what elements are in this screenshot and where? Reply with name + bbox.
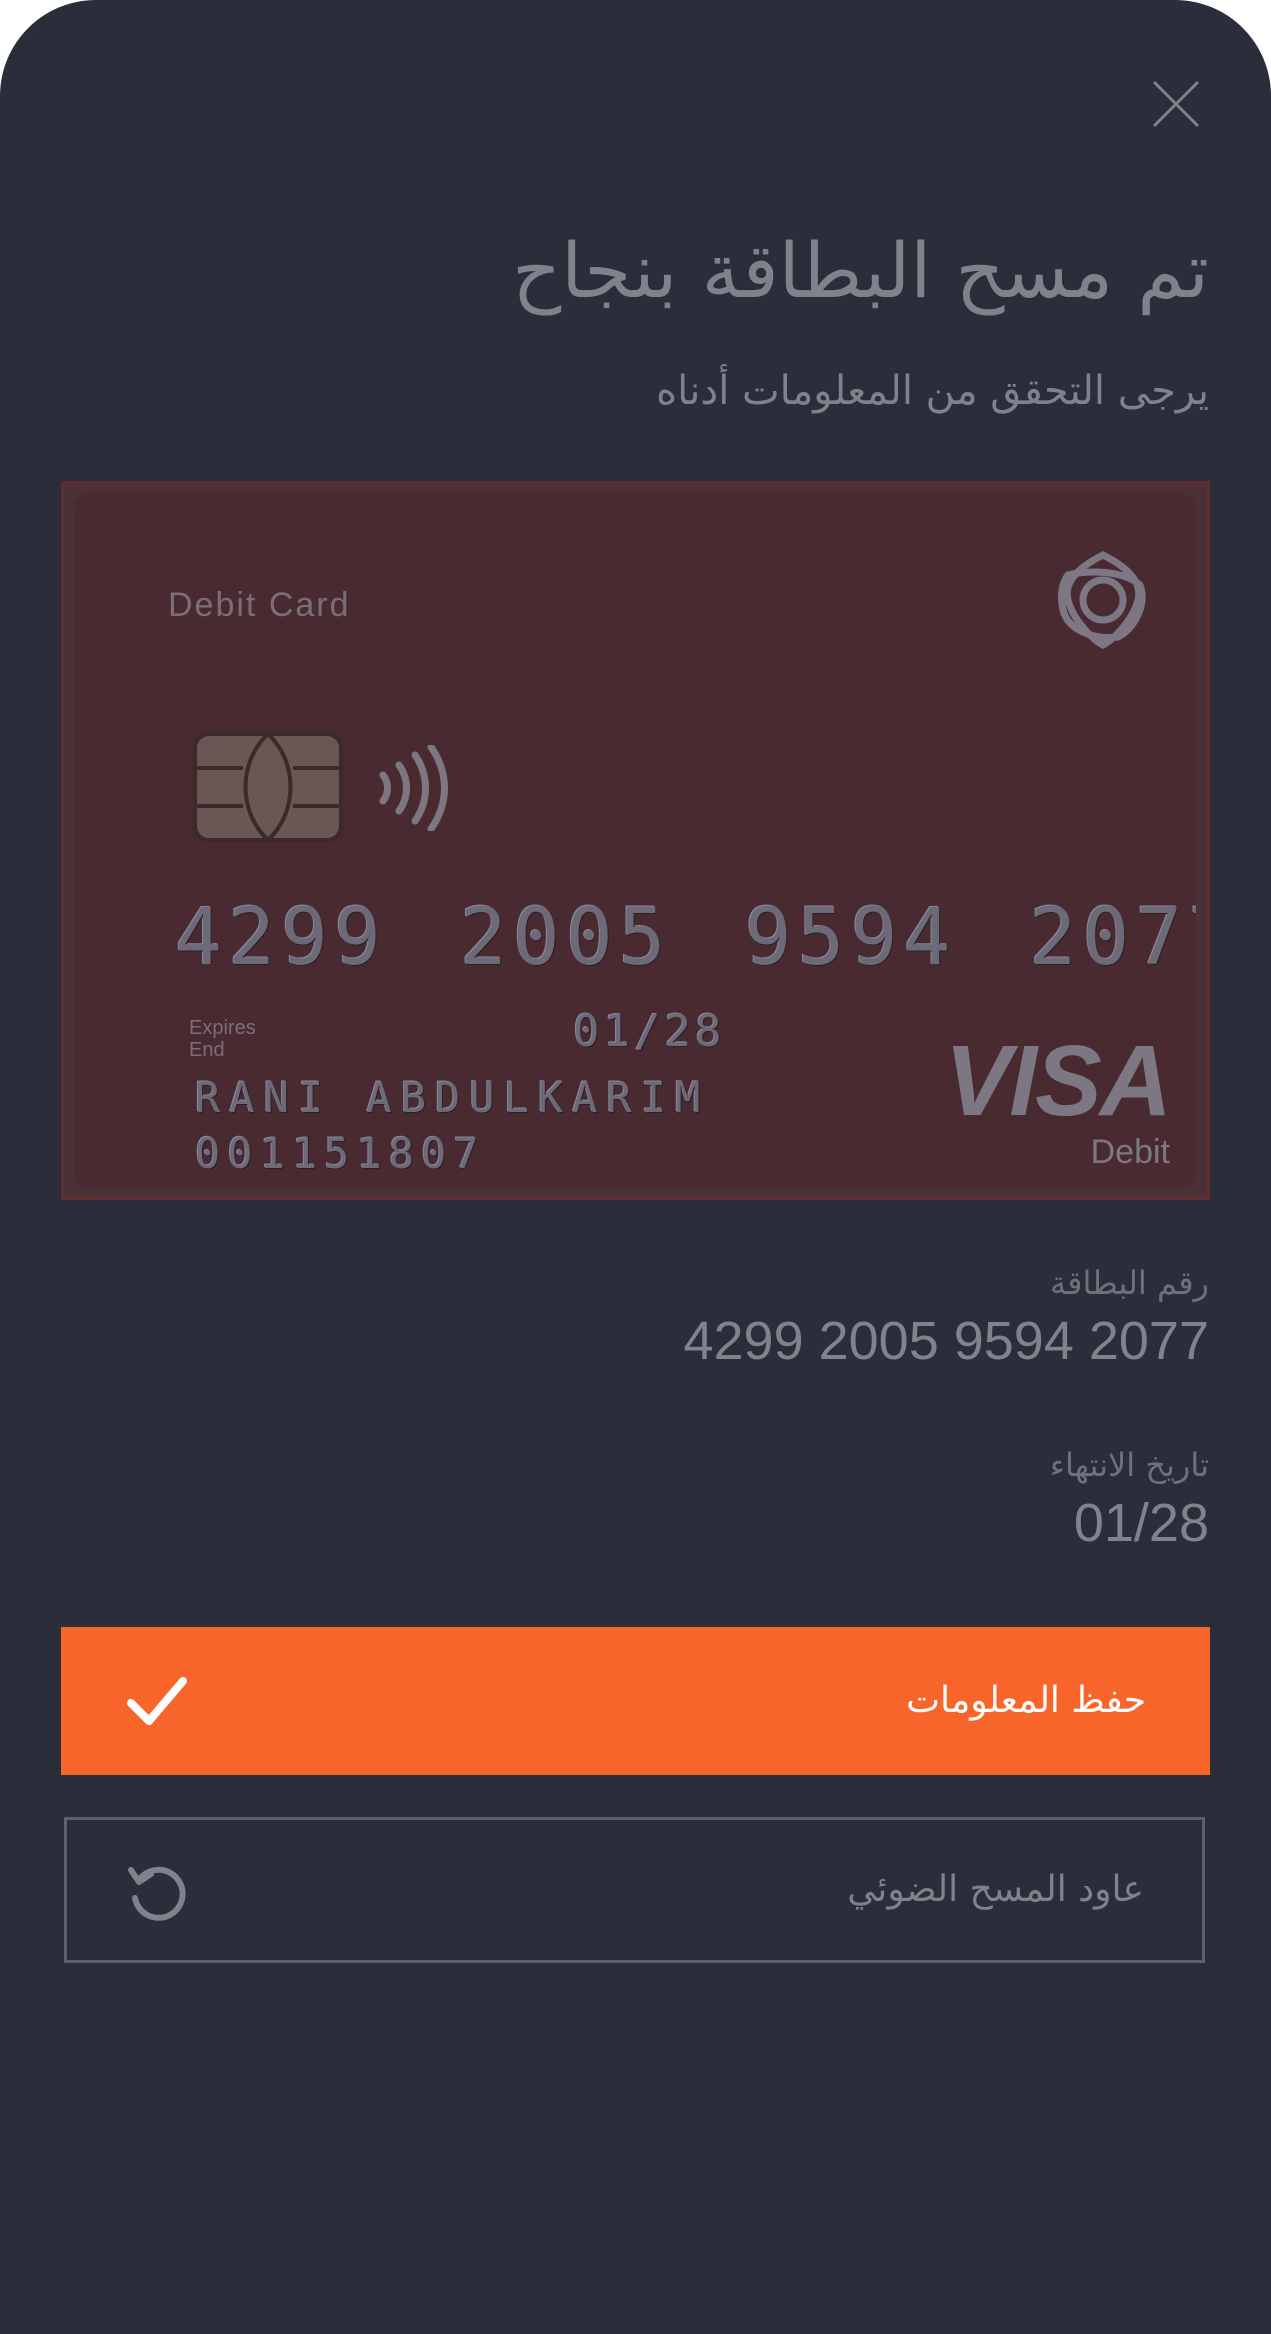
card-type-label: Debit Card [168, 586, 351, 624]
bank-logo-icon [1058, 551, 1146, 649]
rescan-label: عاود المسح الضوئي [847, 1869, 1144, 1910]
expiry-label: تاريخ الانتهاء [1049, 1446, 1209, 1484]
visa-logo: VISA [944, 1025, 1172, 1137]
card-number-label: رقم البطاقة [1050, 1264, 1209, 1302]
debit-card-image: Debit Card 4299 2005 9594 2077 Expires E… [75, 493, 1196, 1188]
expires-label-line1: Expires [189, 1017, 256, 1039]
account-number: 001151807 [195, 1129, 486, 1178]
close-button[interactable] [1146, 74, 1206, 134]
rescan-button[interactable]: عاود المسح الضوئي [64, 1817, 1205, 1963]
save-info-label: حفظ المعلومات [906, 1680, 1146, 1721]
chip-icon [193, 732, 343, 842]
card-expiry-embossed: 01/28 [573, 1006, 726, 1057]
page-subtitle: يرجى التحقق من المعلومات أدناه [656, 368, 1209, 414]
scan-result-sheet: تم مسح البطاقة بنجاح يرجى التحقق من المع… [0, 0, 1271, 2334]
card-number-value: 4299 2005 9594 2077 [683, 1311, 1209, 1371]
visa-debit-label: Debit [1090, 1133, 1170, 1171]
checkmark-icon [127, 1677, 187, 1725]
close-icon [1152, 80, 1200, 128]
page-title: تم مسح البطاقة بنجاح [512, 226, 1209, 315]
refresh-icon [128, 1866, 186, 1921]
expires-label-line2: End [189, 1039, 225, 1061]
card-number-embossed: 4299 2005 9594 2077 [175, 893, 1196, 983]
contactless-icon [379, 745, 448, 831]
scanned-card-preview: Debit Card 4299 2005 9594 2077 Expires E… [61, 481, 1210, 1200]
cardholder-name: RANI ABDULKARIM [195, 1073, 710, 1122]
expiry-value: 01/28 [1073, 1493, 1209, 1553]
save-info-button[interactable]: حفظ المعلومات [61, 1627, 1210, 1775]
expires-label: Expires End [189, 1017, 256, 1061]
